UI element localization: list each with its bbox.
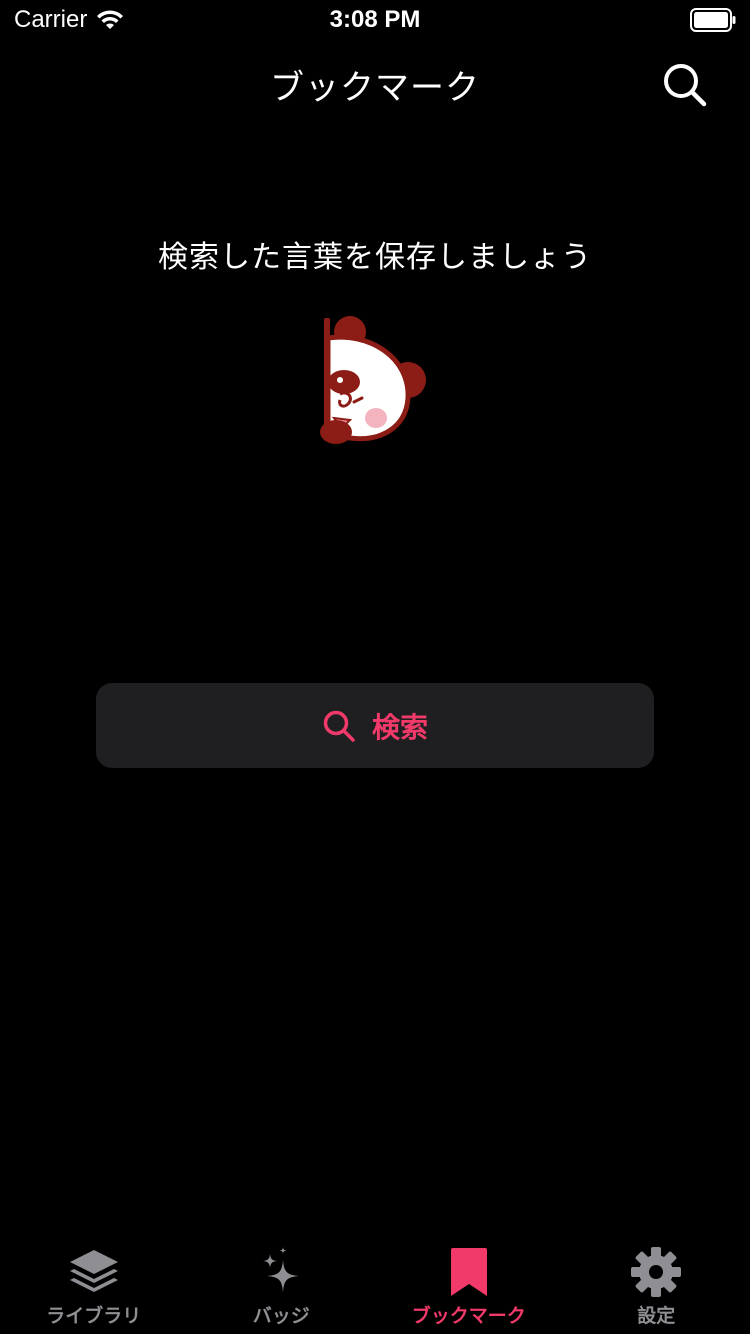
page-title: ブックマーク <box>270 68 480 108</box>
navigation-bar: ブックマーク <box>0 40 750 128</box>
tab-bookmark[interactable]: ブックマーク <box>375 1236 563 1334</box>
search-button-label: 検索 <box>371 710 428 744</box>
layers-icon <box>69 1250 118 1292</box>
empty-state-message: 検索した言葉を保存しましょう <box>158 240 592 275</box>
battery-icon <box>690 8 736 36</box>
bookmark-icon <box>450 1248 487 1296</box>
sparkles-icon <box>263 1247 300 1292</box>
tab-settings[interactable]: 設定 <box>563 1236 750 1334</box>
search-icon <box>664 64 707 107</box>
tab-bookmark-label: ブックマーク <box>411 1305 526 1327</box>
panda-mascot <box>310 310 440 450</box>
search-icon <box>323 710 355 742</box>
tab-library[interactable]: ライブラリ <box>0 1236 188 1334</box>
nav-search-button[interactable] <box>660 60 710 110</box>
tab-badges[interactable]: バッジ <box>188 1236 376 1334</box>
gear-icon <box>631 1247 682 1297</box>
search-button[interactable]: 検索 <box>96 683 654 768</box>
status-bar: Carrier 3:08 PM <box>0 0 750 40</box>
tab-library-label: ライブラリ <box>46 1305 142 1327</box>
status-time: 3:08 PM <box>329 6 421 33</box>
tab-bar: ライブラリ バッジ ブックマーク 設定 <box>0 1236 750 1334</box>
tab-settings-label: 設定 <box>637 1305 676 1327</box>
tab-badges-label: バッジ <box>252 1305 310 1327</box>
